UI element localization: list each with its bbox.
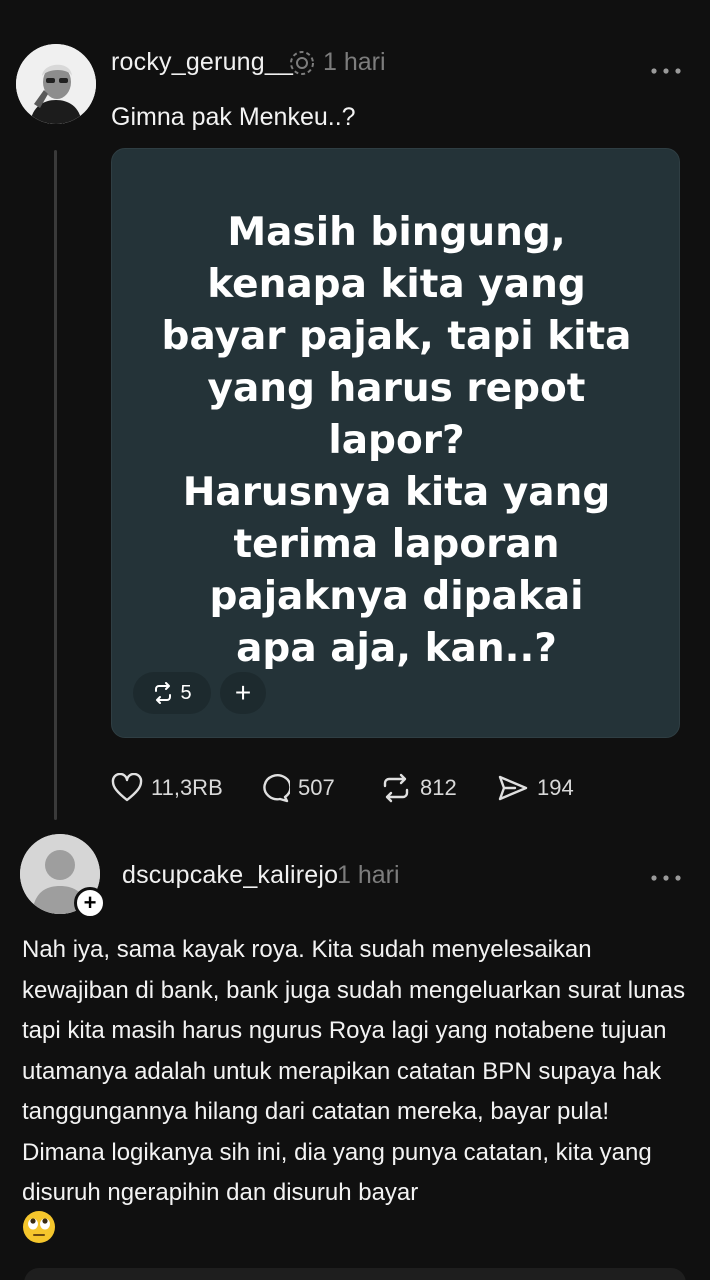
share-button[interactable]: 194 [497,770,574,806]
repost-count: 812 [420,775,457,800]
post-image-text: Masih bingung, kenapa kita yang bayar pa… [112,207,679,675]
like-count: 11,3RB [151,775,223,800]
heart-icon [111,773,143,802]
image-text-line: yang harus repot [207,366,586,411]
post-username[interactable]: dscupcake_kalirejo [122,861,338,890]
rolling-eyes-emoji [22,1210,56,1244]
comment-count: 507 [298,775,335,800]
image-text-line: pajaknya dipakai [209,574,584,619]
image-text-line: kenapa kita yang [207,262,586,307]
send-icon [498,775,528,801]
profile-photo [16,44,96,124]
share-count: 194 [537,775,574,800]
post-time: 1 hari [337,861,400,889]
avatar[interactable] [16,44,96,124]
follow-plus-icon[interactable]: + [74,887,106,919]
repost-icon [155,682,172,704]
post-username[interactable]: rocky_gerung__ [111,48,293,77]
reply-bar[interactable] [24,1268,686,1280]
post-body-text: Nah iya, sama kayak roya. Kita sudah men… [22,936,686,1206]
image-text-line: bayar pajak, tapi kita [161,314,632,359]
more-horizontal-icon[interactable] [650,62,682,74]
post-time: 1 hari [323,48,386,76]
comment-icon [263,774,290,803]
image-text-line: terima laporan [233,522,560,567]
comment-button[interactable]: 507 [258,770,335,806]
like-button[interactable]: 11,3RB [111,770,223,806]
image-text-line: apa aja, kan..? [236,626,557,671]
repost-icon [383,773,409,803]
image-text-line: Masih bingung, [227,210,566,255]
thread-line [54,150,57,820]
image-text-line: lapor? [328,418,465,463]
post-caption: Gimna pak Menkeu..? [111,103,356,131]
post-image[interactable]: Masih bingung, kenapa kita yang bayar pa… [111,148,680,738]
image-repost-pill[interactable]: 5 [133,672,211,714]
more-horizontal-icon[interactable] [650,869,682,881]
image-text-line: Harusnya kita yang [182,470,611,515]
plus-icon[interactable]: + [220,672,266,714]
repost-button[interactable]: 812 [380,770,457,806]
image-repost-count: 5 [180,681,192,704]
reposted-badge-icon [289,50,315,76]
